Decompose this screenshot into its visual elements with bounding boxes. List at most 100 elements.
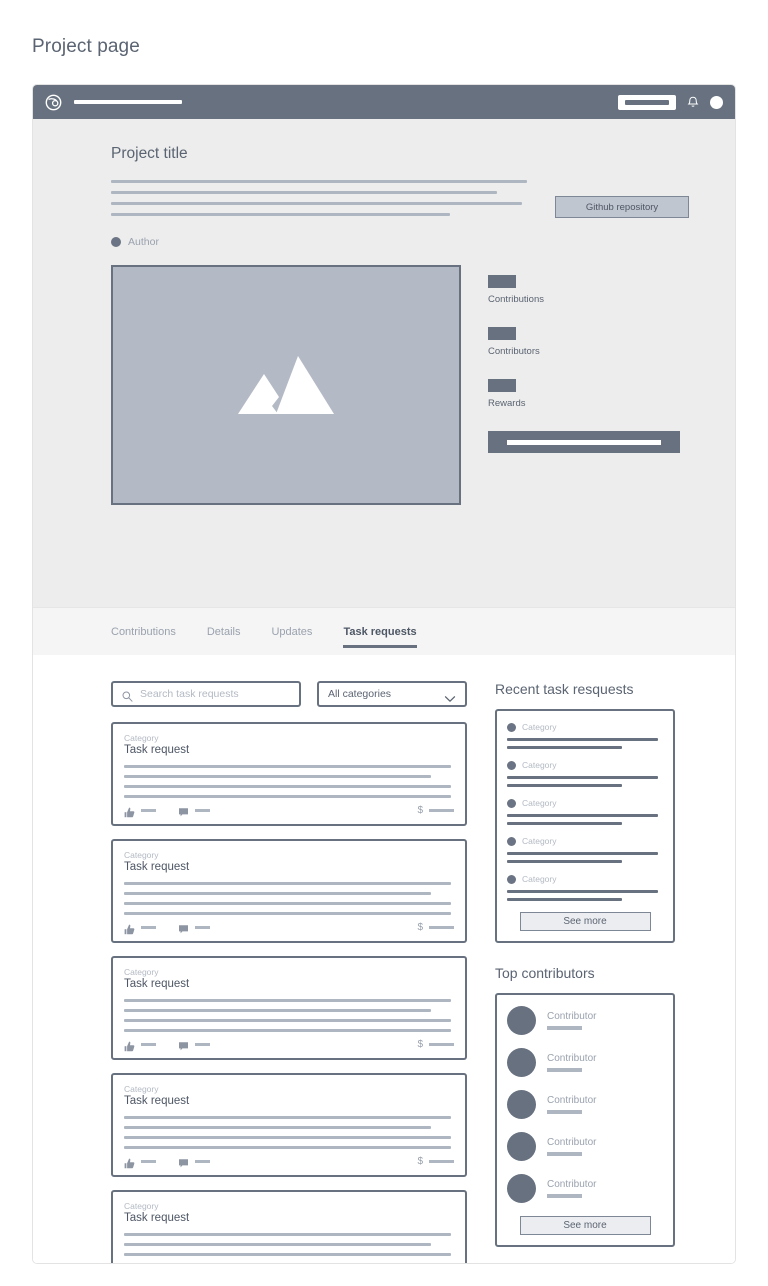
avatar[interactable] [710, 95, 723, 109]
task-card-category: Category [124, 850, 159, 860]
task-card-footer: $ [124, 1039, 454, 1052]
stat-item: Rewards [488, 379, 683, 409]
currency-icon: $ [417, 922, 423, 933]
recent-item-head: Category [507, 722, 663, 732]
task-toolbar: Search task requests All categories [111, 681, 467, 707]
github-repository-button[interactable]: Github repository [555, 196, 689, 218]
category-dot-icon [507, 874, 516, 884]
author-avatar [111, 237, 121, 247]
thumbs-up-icon [124, 922, 135, 935]
contributor-meta-placeholder [547, 1110, 582, 1114]
recent-item-category: Category [522, 874, 557, 884]
likes-count-placeholder [141, 926, 156, 929]
recent-request-item[interactable]: Category [507, 874, 663, 901]
primary-cta-button[interactable] [488, 431, 680, 453]
recent-request-item[interactable]: Category [507, 760, 663, 787]
navbar-actions [618, 94, 723, 110]
project-media-row: Contributions Contributors Rewards [111, 265, 689, 505]
task-card-body-placeholder [124, 882, 454, 915]
recent-request-item[interactable]: Category [507, 798, 663, 825]
project-stats: Contributions Contributors Rewards [488, 265, 683, 453]
thumbs-up-icon [124, 1156, 135, 1169]
task-card-title: Task request [124, 1212, 190, 1224]
tab-task-requests[interactable]: Task requests [343, 608, 417, 656]
contributor-item[interactable]: Contributor [507, 1090, 663, 1119]
contributor-info: Contributor [547, 1011, 596, 1030]
task-card-category: Category [124, 1084, 159, 1094]
contributors-see-more-button[interactable]: See more [519, 1216, 651, 1235]
sidebar-column: Recent task resquests Category Category Ca… [495, 681, 675, 1263]
reward-value-placeholder [429, 1160, 454, 1163]
recent-request-item[interactable]: Category [507, 722, 663, 749]
app-window: Project title Github repository Author C… [32, 84, 736, 1264]
search-task-requests[interactable]: Search task requests [111, 681, 301, 707]
likes-count-placeholder [141, 1160, 156, 1163]
tab-details[interactable]: Details [207, 608, 241, 656]
reward-amount: $ [417, 922, 454, 933]
bell-icon[interactable] [687, 96, 699, 109]
likes-meta[interactable] [124, 1156, 156, 1169]
task-card-category: Category [124, 967, 159, 977]
task-request-card[interactable]: CategoryTask request $ [111, 1073, 467, 1177]
task-request-card[interactable]: CategoryTask request $ [111, 956, 467, 1060]
stat-label: Contributions [488, 294, 544, 305]
page-title: Project page [32, 36, 140, 57]
category-filter-select[interactable]: All categories [317, 681, 467, 707]
comments-meta[interactable] [178, 1156, 210, 1168]
comment-icon [178, 1156, 189, 1168]
comments-meta[interactable] [178, 922, 210, 934]
reward-value-placeholder [429, 809, 454, 812]
contributor-avatar [507, 1132, 536, 1161]
recent-requests-list: Category Category Category Category Category [507, 722, 663, 901]
likes-meta[interactable] [124, 805, 156, 818]
contributor-item[interactable]: Contributor [507, 1132, 663, 1161]
recent-item-category: Category [522, 836, 557, 846]
comments-meta[interactable] [178, 805, 210, 817]
reward-amount: $ [417, 1039, 454, 1050]
task-card-footer: $ [124, 805, 454, 818]
tab-contributions[interactable]: Contributions [111, 608, 176, 656]
task-request-card[interactable]: CategoryTask request$ [111, 1190, 467, 1263]
recent-item-head: Category [507, 836, 663, 846]
recent-see-more-button[interactable]: See more [519, 912, 651, 931]
contributor-item[interactable]: Contributor [507, 1048, 663, 1077]
comments-count-placeholder [195, 1043, 210, 1046]
navbar-search-field[interactable] [618, 94, 676, 110]
contributor-meta-placeholder [547, 1152, 582, 1156]
currency-icon: $ [417, 805, 423, 816]
task-card-title: Task request [124, 1095, 190, 1107]
task-card-title: Task request [124, 978, 190, 990]
tab-updates[interactable]: Updates [271, 608, 312, 656]
contributor-meta-placeholder [547, 1026, 582, 1030]
contributor-meta-placeholder [547, 1194, 582, 1198]
project-hero: Project title Github repository Author C… [33, 119, 735, 607]
top-contributors-panel: Contributor Contributor Contributor Contrib… [495, 993, 675, 1247]
logo-icon[interactable] [45, 94, 62, 111]
project-image-placeholder [111, 265, 461, 505]
category-dot-icon [507, 760, 516, 770]
stat-label: Rewards [488, 398, 526, 409]
stat-item: Contributions [488, 275, 683, 305]
currency-icon: $ [417, 1156, 423, 1167]
contributor-info: Contributor [547, 1179, 596, 1198]
search-icon [122, 689, 133, 702]
recent-item-category: Category [522, 722, 557, 732]
mountain-icon [238, 356, 334, 414]
likes-meta[interactable] [124, 922, 156, 935]
likes-meta[interactable] [124, 1039, 156, 1052]
comments-meta[interactable] [178, 1039, 210, 1051]
recent-request-item[interactable]: Category [507, 836, 663, 863]
task-request-card[interactable]: CategoryTask request $ [111, 722, 467, 826]
category-dot-icon [507, 798, 516, 808]
author-row: Author [111, 236, 689, 248]
thumbs-up-icon [124, 1039, 135, 1052]
reward-value-placeholder [429, 926, 454, 929]
task-request-card[interactable]: CategoryTask request$ [111, 839, 467, 943]
search-input-placeholder: Search task requests [140, 688, 239, 700]
contributor-item[interactable]: Contributor [507, 1174, 663, 1203]
task-card-category: Category [124, 733, 159, 743]
task-card-title: Task request [124, 744, 190, 756]
comment-icon [178, 922, 189, 934]
contributor-item[interactable]: Contributor [507, 1006, 663, 1035]
recent-requests-panel: Category Category Category Category Category… [495, 709, 675, 943]
